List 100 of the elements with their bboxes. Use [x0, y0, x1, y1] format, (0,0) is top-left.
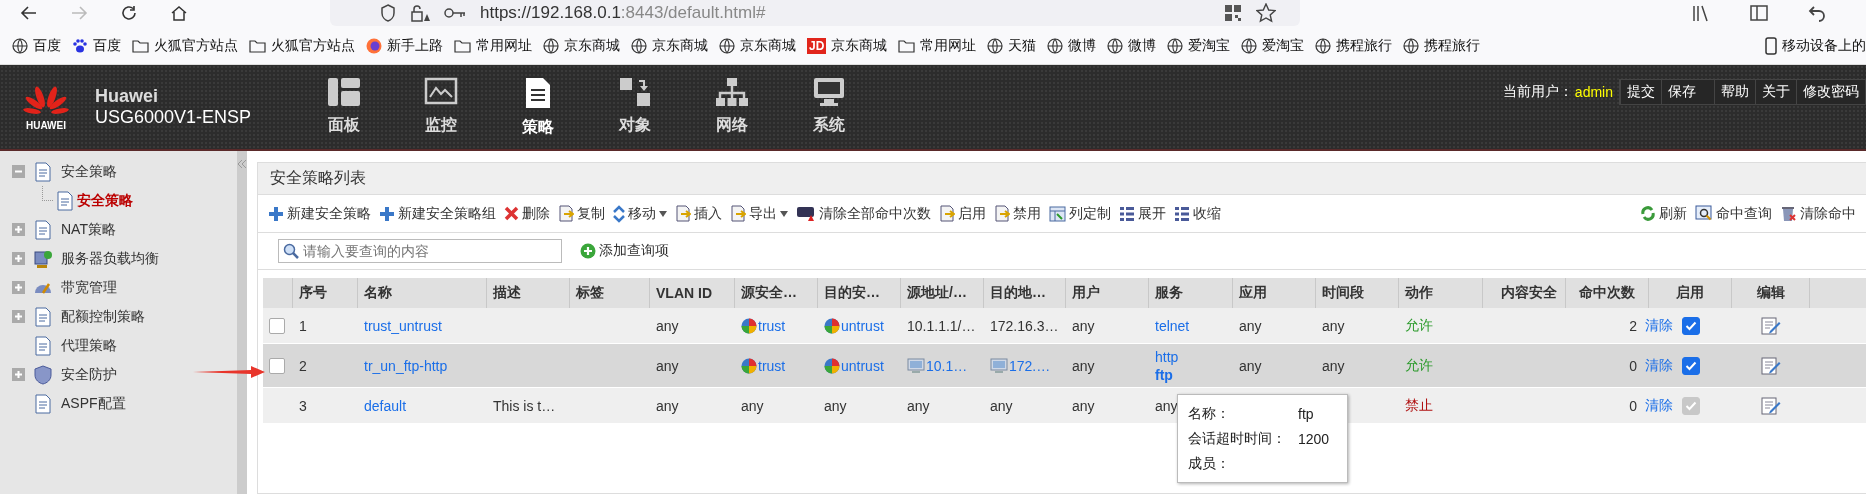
mobile-bookmarks-label[interactable]: 移动设备上的	[1782, 37, 1866, 55]
bookmark[interactable]: 百度	[12, 37, 61, 55]
shield-icon[interactable]	[380, 4, 396, 22]
bookmark[interactable]: JD 京东商城	[807, 37, 888, 55]
bookmark[interactable]: 微博	[1107, 37, 1157, 55]
toolbar-button[interactable]: 禁用	[992, 202, 1043, 225]
toolbar-button[interactable]: 新建安全策略	[266, 202, 373, 225]
library-icon[interactable]	[1692, 4, 1710, 22]
header-link[interactable]: 提交	[1620, 80, 1661, 104]
username: admin	[1574, 84, 1613, 100]
bookmark-label: 微博	[1068, 37, 1097, 55]
tooltip-value: ftp	[1298, 405, 1314, 422]
toolbar-button[interactable]: 移动	[611, 202, 669, 225]
bookmark-label: 爱淘宝	[1188, 37, 1231, 55]
bookmark[interactable]: 京东商城	[631, 37, 708, 55]
bookmark[interactable]: 火狐官方站点	[249, 37, 355, 55]
shield-icon	[33, 364, 53, 385]
pie-chart-icon	[741, 357, 757, 374]
header-link[interactable]: 修改密码	[1796, 80, 1865, 104]
table-cell: any	[824, 397, 847, 414]
bookmark[interactable]: 微博	[1047, 37, 1097, 55]
policy-name-link[interactable]: default	[364, 397, 407, 414]
toolbar-button[interactable]: 列定制	[1047, 202, 1113, 225]
bookmark[interactable]: 天猫	[987, 37, 1037, 55]
policy-name-link[interactable]: trust_untrust	[364, 317, 442, 334]
clear-link[interactable]: 清除	[1645, 356, 1673, 375]
cross-icon	[504, 206, 519, 221]
toolbar-button[interactable]: 收缩	[1172, 202, 1223, 225]
toolbar-button[interactable]: 清除命中	[1778, 202, 1858, 225]
back-icon[interactable]	[20, 5, 38, 21]
search-field[interactable]: 请输入要查询的内容	[278, 239, 562, 263]
nav-tab[interactable]: 系统	[780, 76, 877, 138]
toolbar-button[interactable]: 新建安全策略组	[377, 202, 498, 225]
nav-tab[interactable]: 监控	[392, 76, 489, 138]
edit-icon[interactable]	[1761, 356, 1781, 375]
bookmark[interactable]: 常用网址	[454, 37, 532, 55]
bookmark[interactable]: 携程旅行	[1403, 37, 1481, 55]
toolbar-button[interactable]: 启用	[937, 202, 988, 225]
sidebar-item[interactable]: 安全策略	[77, 191, 133, 210]
bookmark[interactable]: 爱淘宝	[1167, 37, 1231, 55]
bookmark[interactable]: 京东商城	[543, 37, 620, 55]
add-query-button[interactable]: 添加查询项	[580, 242, 669, 260]
zone-link[interactable]: trust	[758, 317, 786, 334]
key-icon[interactable]	[444, 6, 466, 20]
sidebar-icon[interactable]	[1750, 4, 1768, 22]
sidebar-item[interactable]: 带宽管理	[61, 278, 117, 297]
qr-code-icon[interactable]	[1224, 4, 1242, 22]
folder-icon	[454, 39, 471, 53]
enable-checkbox[interactable]	[1681, 316, 1700, 335]
nav-tab[interactable]: 对象	[586, 76, 683, 138]
header-link[interactable]: 保存	[1661, 80, 1702, 104]
check-icon	[1684, 320, 1697, 331]
lock-warning-icon[interactable]	[410, 4, 430, 22]
server-icon	[33, 248, 53, 269]
row-checkbox[interactable]	[269, 357, 285, 374]
bookmark[interactable]: 新手上路	[366, 37, 443, 55]
bookmark-label: 京东商城	[831, 37, 888, 55]
sidebar-item[interactable]: 安全策略	[61, 162, 117, 181]
toolbar-button[interactable]: 命中查询	[1693, 202, 1774, 225]
nav-tab[interactable]: 策略	[489, 76, 586, 138]
reload-icon[interactable]	[120, 4, 138, 22]
header-link[interactable]: 关于	[1755, 80, 1796, 104]
nav-tab[interactable]: 面板	[295, 76, 392, 138]
header-link[interactable]: 帮助	[1714, 80, 1755, 104]
enable-checkbox[interactable]	[1681, 356, 1700, 375]
logo-wordmark: HUAWEI	[26, 120, 66, 131]
clear-link[interactable]: 清除	[1645, 396, 1673, 415]
sidebar-item[interactable]: 配额控制策略	[61, 307, 145, 326]
bookmark[interactable]: 爱淘宝	[1241, 37, 1305, 55]
toolbar-button[interactable]: 刷新	[1638, 202, 1689, 225]
bookmark[interactable]: 京东商城	[719, 37, 796, 55]
toolbar-button[interactable]: 清除全部命中次数	[794, 202, 933, 225]
star-icon[interactable]	[1256, 3, 1276, 23]
toolbar-button[interactable]: 复制	[556, 202, 607, 225]
search-icon	[1695, 205, 1713, 222]
zone-link[interactable]: untrust	[841, 317, 884, 334]
sidebar-item[interactable]: NAT策略	[61, 220, 116, 239]
row-checkbox[interactable]	[269, 317, 285, 334]
home-icon[interactable]	[170, 4, 188, 22]
bookmark[interactable]: 携程旅行	[1315, 37, 1393, 55]
tooltip-label: 名称：	[1188, 404, 1231, 423]
toolbar-button[interactable]: 插入	[673, 202, 724, 225]
sidebar-item[interactable]: 服务器负载均衡	[61, 249, 159, 268]
bookmark[interactable]: 百度	[72, 37, 121, 55]
globe-icon	[631, 38, 647, 54]
toolbar-button[interactable]: 删除	[502, 202, 552, 225]
clear-link[interactable]: 清除	[1645, 316, 1673, 335]
bookmark-label: 携程旅行	[1424, 37, 1481, 55]
undo-icon[interactable]	[1808, 4, 1826, 22]
policy-name-link[interactable]: telnet	[1155, 317, 1190, 334]
sidebar-item[interactable]: ASPF配置	[61, 394, 126, 413]
edit-icon[interactable]	[1761, 316, 1781, 335]
sidebar-item[interactable]: 代理策略	[61, 336, 117, 355]
nav-tab[interactable]: 网络	[683, 76, 780, 138]
sidebar-item[interactable]: 安全防护	[61, 365, 117, 384]
bookmark[interactable]: 常用网址	[898, 37, 977, 55]
bookmark[interactable]: 火狐官方站点	[132, 37, 238, 55]
toolbar-button[interactable]: 导出	[728, 202, 790, 225]
toolbar-button[interactable]: 展开	[1117, 202, 1168, 225]
edit-icon[interactable]	[1761, 396, 1781, 415]
